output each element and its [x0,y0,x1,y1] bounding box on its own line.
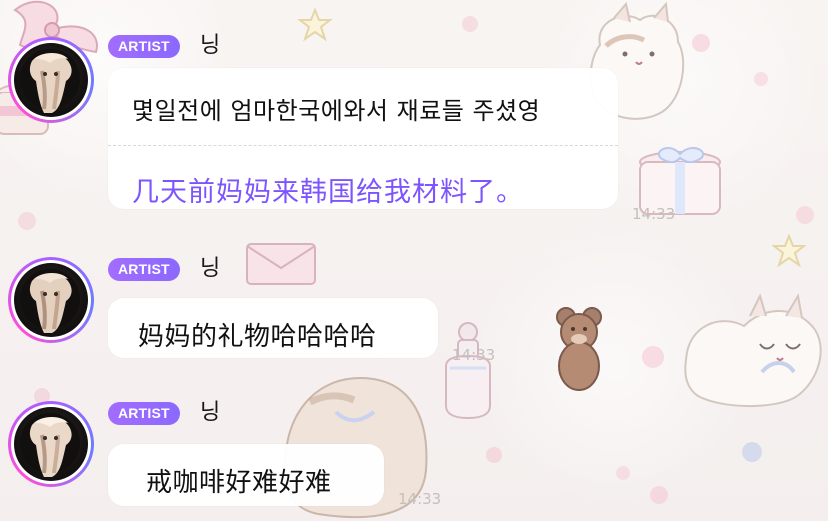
translated-text: 几天前妈妈来韩国给我材料了。 [132,177,524,208]
avatar-frame [11,404,91,484]
artist-avatar[interactable] [8,257,94,343]
message-text: 몇일전에 엄마한국에와서 재료들 주셨영 [132,97,541,125]
sender-name: 닝 [200,400,221,425]
avatar-image [14,43,88,117]
message-group-1: ARTIST 닝 몇일전에 엄마한국에와서 재료들 주셨영 几天前妈妈来韩国给我… [0,0,828,223]
avatar-figure [20,269,80,333]
sender-name: 닝 [200,33,221,58]
avatar-figure [20,49,80,113]
avatar-image [14,263,88,337]
translation-divider [108,145,618,146]
avatar-frame [11,260,91,340]
artist-avatar[interactable] [8,401,94,487]
message-text: 妈妈的礼物哈哈哈哈 [138,322,377,352]
artist-badge: ARTIST [108,35,180,58]
avatar-figure [20,413,80,477]
message-group-3: ARTIST 닝 戒咖啡好难好难 14:33 [0,364,828,521]
avatar-image [14,407,88,481]
avatar-frame [11,40,91,120]
sender-name: 닝 [200,256,221,281]
artist-avatar[interactable] [8,37,94,123]
message-time: 14:33 [398,490,442,508]
message-text: 戒咖啡好难好难 [146,468,332,498]
message-time: 14:33 [452,346,496,364]
artist-badge: ARTIST [108,258,180,281]
artist-badge: ARTIST [108,402,180,425]
message-group-2: ARTIST 닝 妈妈的礼物哈哈哈哈 14:33 [0,220,828,370]
